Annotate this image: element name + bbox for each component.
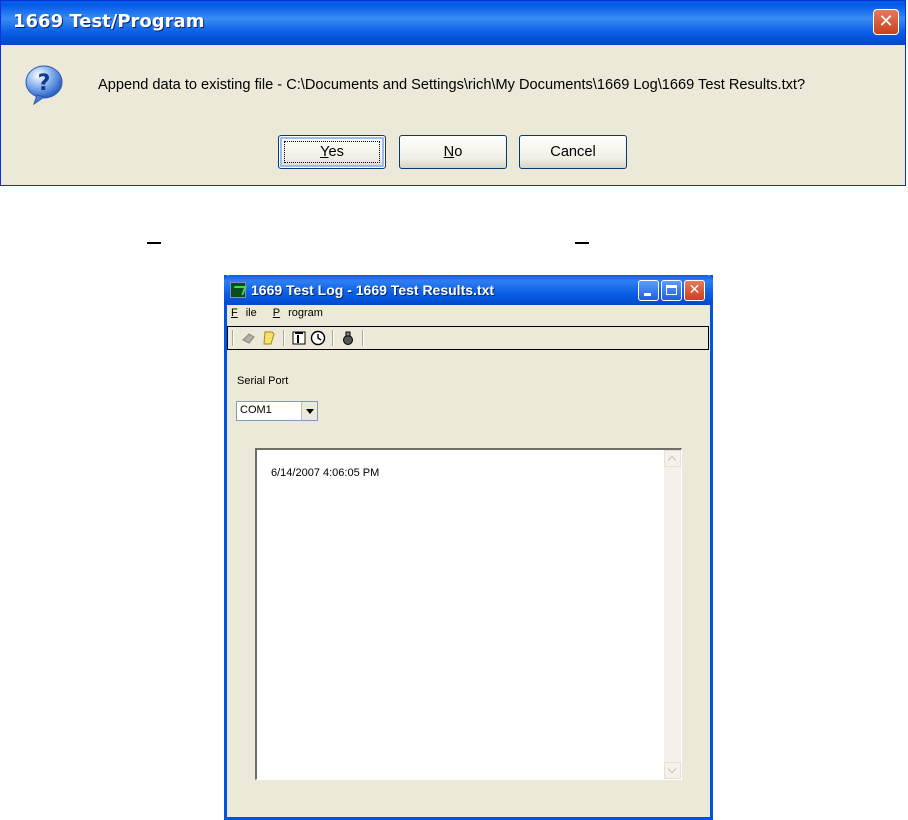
app-title: 1669 Test Log - 1669 Test Results.txt [251,282,495,298]
yes-button[interactable]: Yes [278,135,386,169]
minimize-button[interactable] [638,280,659,301]
toolbar-separator [362,330,363,346]
cancel-button[interactable]: Cancel [519,135,627,169]
new-page-icon[interactable] [261,330,277,346]
scroll-down-button[interactable] [664,762,681,779]
serial-port-value: COM1 [240,404,272,416]
toolbar-separator [332,330,333,346]
dialog-title-bar[interactable]: 1669 Test/Program ✕ [1,1,905,45]
underline-mark [147,242,161,244]
probe-icon[interactable] [340,330,356,346]
close-icon: ✕ [878,11,894,32]
close-button[interactable]: ✕ [684,280,705,301]
no-button[interactable]: No [399,135,507,169]
log-line: 6/14/2007 4:06:05 PM [271,467,380,479]
app-icon[interactable] [230,282,246,298]
toolbar-separator [283,330,284,346]
dialog-close-button[interactable]: ✕ [873,9,899,35]
toolbar-separator [232,330,233,346]
cancel-label: Cancel [550,144,596,160]
chevron-down-icon[interactable] [301,402,317,420]
maximize-button[interactable] [661,280,682,301]
no-label: o [454,144,463,160]
serial-port-select[interactable]: COM1 [236,401,318,421]
question-icon: ? [25,65,63,105]
no-accel: N [443,144,455,160]
eraser-icon[interactable] [241,330,257,346]
clock-icon[interactable] [310,330,326,346]
serial-port-label: Serial Port [237,375,289,387]
dialog-title: 1669 Test/Program [13,11,205,32]
menu-bar: File Program [231,307,339,323]
vertical-scrollbar[interactable] [664,450,681,779]
menu-program[interactable]: Program [273,307,331,319]
yes-label: es [328,144,344,160]
underline-mark [575,242,589,244]
svg-text:?: ? [38,71,51,96]
dialog-message: Append data to existing file - C:\Docume… [98,77,806,93]
toolbar [227,326,709,350]
scroll-up-button[interactable] [664,450,681,467]
close-icon: ✕ [688,282,701,298]
menu-file[interactable]: File [231,307,265,319]
confirm-dialog: 1669 Test/Program ✕ ? Append data to exi… [0,0,906,186]
log-textarea[interactable]: 6/14/2007 4:06:05 PM [255,448,682,780]
app-title-bar[interactable]: 1669 Test Log - 1669 Test Results.txt ✕ [224,275,713,305]
app-window: 1669 Test Log - 1669 Test Results.txt ✕ … [224,275,713,820]
document-icon[interactable] [291,330,307,346]
